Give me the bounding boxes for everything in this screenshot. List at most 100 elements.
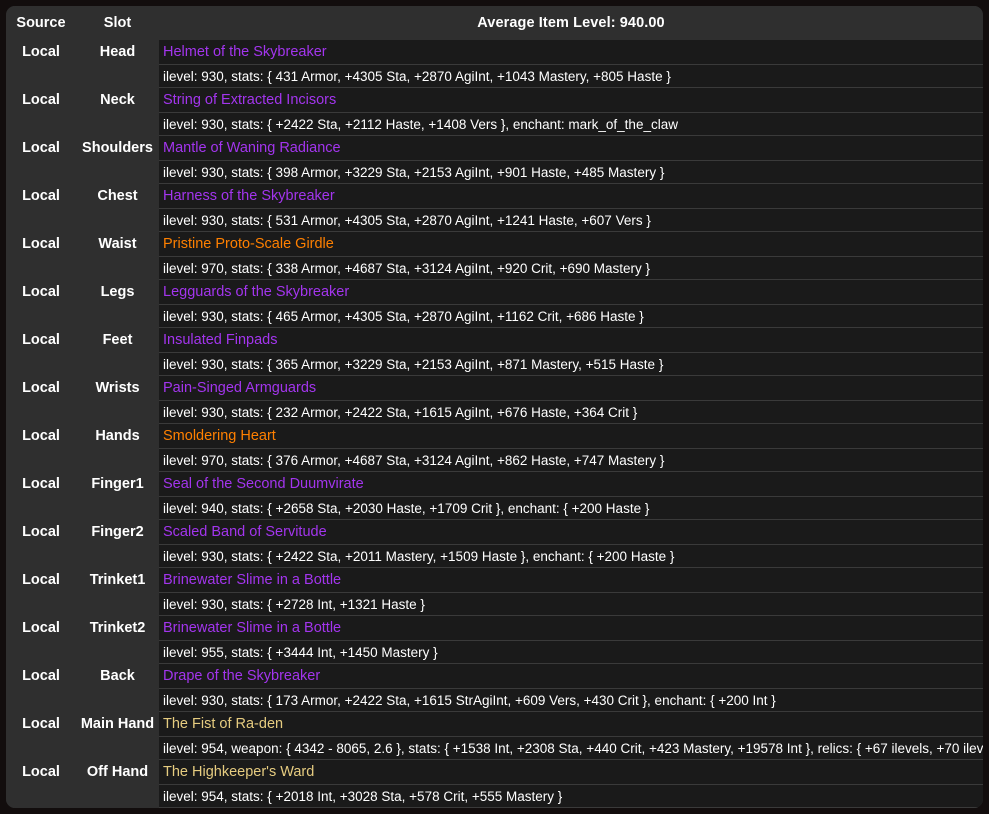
source-label: Local [22,332,60,348]
source-label: Local [22,620,60,636]
item-name-link[interactable]: The Highkeeper's Ward [159,760,983,784]
slot-label: Main Hand [80,716,155,732]
item-block: String of Extracted Incisors ilevel: 930,… [159,88,983,136]
cell-source: Local [6,232,76,280]
item-name-link[interactable]: Insulated Finpads [159,328,983,352]
cell-slot: Chest [76,184,159,232]
item-stats-line: ilevel: 930, stats: { 531 Armor, +4305 S… [159,208,983,232]
cell-item: Scaled Band of Servitude ilevel: 930, sta… [159,520,983,568]
table-row[interactable]: Local Head Helmet of the Skybreaker ilevel:… [6,40,983,88]
source-label: Local [22,716,60,732]
cell-item: Smoldering Heart ilevel: 970, stats: { 37… [159,424,983,472]
item-block: Insulated Finpads ilevel: 930, stats: { 3… [159,328,983,376]
cell-item: Harness of the Skybreaker ilevel: 930, st… [159,184,983,232]
cell-item: Drape of the Skybreaker ilevel: 930, stat… [159,664,983,712]
slot-label: Wrists [95,380,140,396]
cell-item: The Highkeeper's Ward ilevel: 954, stats:… [159,760,983,808]
item-name-link[interactable]: Smoldering Heart [159,424,983,448]
cell-source: Local [6,712,76,760]
cell-slot: Waist [76,232,159,280]
cell-source: Local [6,424,76,472]
item-name-link[interactable]: Seal of the Second Duumvirate [159,472,983,496]
slot-label: Trinket2 [89,620,146,636]
table-row[interactable]: Local Wrists Pain-Singed Armguards ilevel: … [6,376,983,424]
source-label: Local [22,524,60,540]
item-name-link[interactable]: Pristine Proto-Scale Girdle [159,232,983,256]
item-name-link[interactable]: Scaled Band of Servitude [159,520,983,544]
source-label: Local [22,284,60,300]
item-name-link[interactable]: Harness of the Skybreaker [159,184,983,208]
item-stats-line: ilevel: 970, stats: { 376 Armor, +4687 S… [159,448,983,472]
item-name-link[interactable]: The Fist of Ra-den [159,712,983,736]
cell-source: Local [6,88,76,136]
slot-label: Waist [98,236,137,252]
cell-source: Local [6,280,76,328]
table-body: Local Head Helmet of the Skybreaker ilevel:… [6,40,983,808]
slot-label: Finger1 [91,476,144,492]
cell-slot: Hands [76,424,159,472]
table-row[interactable]: Local Trinket1 Brinewater Slime in a Bottl… [6,568,983,616]
item-name-link[interactable]: Brinewater Slime in a Bottle [159,568,983,592]
table-row[interactable]: Local Neck String of Extracted Incisors ile… [6,88,983,136]
item-stats-line: ilevel: 930, stats: { +2422 Sta, +2011 M… [159,544,983,568]
item-block: Seal of the Second Duumvirate ilevel: 940… [159,472,983,520]
source-label: Local [22,380,60,396]
cell-source: Local [6,664,76,712]
cell-slot: Trinket1 [76,568,159,616]
table-row[interactable]: Local Finger1 Seal of the Second Duumvirat… [6,472,983,520]
table-row[interactable]: Local Waist Pristine Proto-Scale Girdle ile… [6,232,983,280]
item-block: Mantle of Waning Radiance ilevel: 930, st… [159,136,983,184]
item-stats-line: ilevel: 930, stats: { +2728 Int, +1321 H… [159,592,983,616]
item-name-link[interactable]: Legguards of the Skybreaker [159,280,983,304]
table-row[interactable]: Local Back Drape of the Skybreaker ilevel: … [6,664,983,712]
table-row[interactable]: Local Hands Smoldering Heart ilevel: 970, s… [6,424,983,472]
cell-item: The Fist of Ra-den ilevel: 954, weapon: {… [159,712,983,760]
slot-label: Neck [100,92,135,108]
cell-slot: Trinket2 [76,616,159,664]
item-name-link[interactable]: Drape of the Skybreaker [159,664,983,688]
cell-item: Mantle of Waning Radiance ilevel: 930, st… [159,136,983,184]
source-label: Local [22,764,60,780]
item-stats-line: ilevel: 930, stats: { 173 Armor, +2422 S… [159,688,983,712]
table-row[interactable]: Local Main Hand The Fist of Ra-den ilevel: … [6,712,983,760]
slot-label: Shoulders [82,140,153,156]
cell-item: String of Extracted Incisors ilevel: 930,… [159,88,983,136]
item-block: Harness of the Skybreaker ilevel: 930, st… [159,184,983,232]
item-block: Helmet of the Skybreaker ilevel: 930, sta… [159,40,983,88]
cell-slot: Neck [76,88,159,136]
cell-item: Seal of the Second Duumvirate ilevel: 940… [159,472,983,520]
slot-label: Head [99,44,136,60]
table-row[interactable]: Local Chest Harness of the Skybreaker ileve… [6,184,983,232]
item-block: Legguards of the Skybreaker ilevel: 930, … [159,280,983,328]
table-row[interactable]: Local Feet Insulated Finpads ilevel: 930, s… [6,328,983,376]
table-row[interactable]: Local Trinket2 Brinewater Slime in a Bottl… [6,616,983,664]
table-row[interactable]: Local Off Hand The Highkeeper's Ward ilevel… [6,760,983,808]
cell-item: Pain-Singed Armguards ilevel: 930, stats:… [159,376,983,424]
table-row[interactable]: Local Shoulders Mantle of Waning Radiance i… [6,136,983,184]
slot-label: Chest [97,188,138,204]
item-stats-line: ilevel: 954, stats: { +2018 Int, +3028 S… [159,784,983,808]
slot-label: Feet [102,332,133,348]
cell-slot: Main Hand [76,712,159,760]
item-block: The Highkeeper's Ward ilevel: 954, stats:… [159,760,983,808]
slot-label: Off Hand [86,764,149,780]
item-stats-line: ilevel: 970, stats: { 338 Armor, +4687 S… [159,256,983,280]
source-label: Local [22,44,60,60]
item-block: Scaled Band of Servitude ilevel: 930, sta… [159,520,983,568]
gear-panel: Source Slot Average Item Level: 940.00 L… [6,6,983,808]
item-block: Smoldering Heart ilevel: 970, stats: { 37… [159,424,983,472]
item-name-link[interactable]: Helmet of the Skybreaker [159,40,983,64]
item-block: Pain-Singed Armguards ilevel: 930, stats:… [159,376,983,424]
table-row[interactable]: Local Finger2 Scaled Band of Servitude ilev… [6,520,983,568]
cell-item: Brinewater Slime in a Bottle ilevel: 930,… [159,568,983,616]
cell-source: Local [6,136,76,184]
item-name-link[interactable]: Pain-Singed Armguards [159,376,983,400]
item-name-link[interactable]: Brinewater Slime in a Bottle [159,616,983,640]
cell-item: Legguards of the Skybreaker ilevel: 930, … [159,280,983,328]
source-label: Local [22,140,60,156]
table-row[interactable]: Local Legs Legguards of the Skybreaker ilev… [6,280,983,328]
item-name-link[interactable]: String of Extracted Incisors [159,88,983,112]
item-stats-line: ilevel: 930, stats: { 232 Armor, +2422 S… [159,400,983,424]
item-name-link[interactable]: Mantle of Waning Radiance [159,136,983,160]
cell-source: Local [6,40,76,88]
